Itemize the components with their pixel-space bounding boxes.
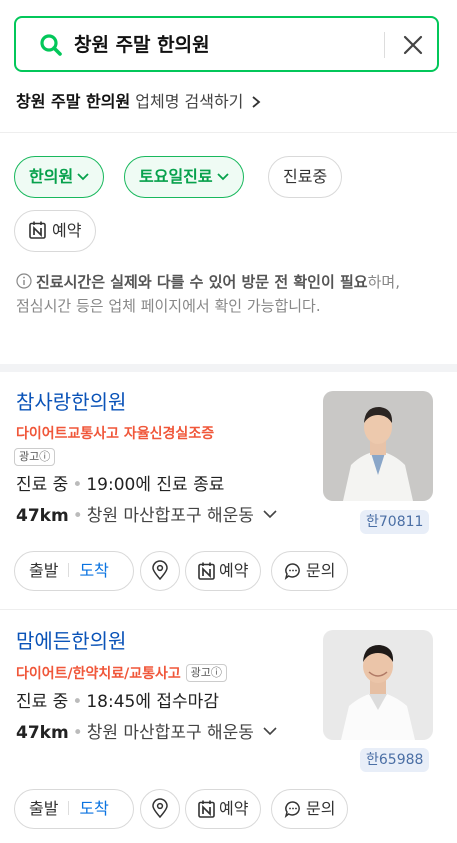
search-icon xyxy=(40,34,62,56)
place-name-link[interactable]: 참사랑한의원 xyxy=(16,388,126,416)
close-icon[interactable] xyxy=(398,30,428,60)
business-name-query: 창원 주말 한의원 xyxy=(16,92,131,111)
reserve-label: 예약 xyxy=(219,799,249,818)
route-button[interactable]: 출발 도착 xyxy=(14,551,134,591)
open-status: 진료 중 • 18:45에 접수마감 xyxy=(16,692,219,712)
place-thumbnail[interactable] xyxy=(323,391,433,501)
status-time: 19:00 xyxy=(86,475,136,495)
map-pin-button[interactable] xyxy=(140,551,180,591)
license-badge: 한70811 xyxy=(360,510,430,534)
status-time: 18:45 xyxy=(86,692,136,712)
reserve-button[interactable]: 예약 xyxy=(185,789,262,829)
filter-chip-saturday[interactable]: 토요일진료 xyxy=(124,156,244,198)
place-thumbnail[interactable] xyxy=(323,630,433,740)
naver-calendar-icon xyxy=(198,800,215,818)
doctor-photo xyxy=(323,630,433,740)
license-badge: 한65988 xyxy=(360,748,430,772)
map-pin-icon xyxy=(152,798,168,819)
chevron-right-icon xyxy=(251,96,260,108)
place-tags: 다이어트/한약치료/교통사고 광고ⓘ xyxy=(16,663,227,685)
business-name-suffix: 업체명 검색하기 xyxy=(135,92,244,111)
location-row[interactable]: 47km • 창원 마산합포구 해운동 xyxy=(16,503,277,529)
chat-bubble-icon xyxy=(284,563,300,580)
place-name-link[interactable]: 맘에든한의원 xyxy=(16,627,126,655)
status-time-suffix: 에 접수마감 xyxy=(135,692,219,712)
ad-badge[interactable]: 광고ⓘ xyxy=(185,664,227,682)
inquire-label: 문의 xyxy=(306,799,336,818)
chat-bubble-icon xyxy=(284,801,300,818)
status-time-suffix: 에 진료 종료 xyxy=(135,475,225,495)
notice-bold: 진료시간은 실제와 다를 수 있어 방문 전 확인이 필요 xyxy=(36,273,368,291)
reserve-button[interactable]: 예약 xyxy=(185,551,262,591)
arrive-label[interactable]: 도착 xyxy=(79,799,108,818)
filter-chip-open-now[interactable]: 진료중 xyxy=(268,156,343,198)
distance: 47km xyxy=(16,506,69,526)
divider xyxy=(0,132,457,133)
distance: 47km xyxy=(16,723,69,743)
map-pin-button[interactable] xyxy=(140,789,180,829)
depart-label[interactable]: 출발 xyxy=(29,561,58,580)
location-row[interactable]: 47km • 창원 마산합포구 해운동 xyxy=(16,720,277,746)
filter-chip-label: 진료중 xyxy=(283,167,328,186)
divider xyxy=(0,609,457,610)
status-text: 진료 중 xyxy=(16,475,69,495)
ad-badge[interactable]: 광고ⓘ xyxy=(14,448,56,466)
search-input[interactable]: 창원 주말 한의원 xyxy=(74,32,210,58)
chevron-down-icon xyxy=(216,173,229,181)
route-button[interactable]: 출발 도착 xyxy=(14,789,134,829)
arrive-label[interactable]: 도착 xyxy=(79,561,108,580)
address: 창원 마산합포구 해운동 xyxy=(86,723,254,743)
section-divider xyxy=(0,364,457,372)
tags-text: 다이어트/한약치료/교통사고 xyxy=(16,666,181,682)
reserve-label: 예약 xyxy=(219,561,249,580)
business-name-search-link[interactable]: 창원 주말 한의원 업체명 검색하기 xyxy=(16,90,261,114)
place-tags: 다이어트교통사고 자율신경실조증 xyxy=(16,426,215,442)
inquire-label: 문의 xyxy=(306,561,336,580)
hours-notice: 진료시간은 실제와 다를 수 있어 방문 전 확인이 필요하며, 점심시간 등은… xyxy=(16,270,416,318)
address: 창원 마산합포구 해운동 xyxy=(86,506,254,526)
map-pin-icon xyxy=(152,560,168,581)
filter-chip-oriental-clinic[interactable]: 한의원 xyxy=(14,156,105,198)
search-divider xyxy=(384,32,385,58)
filter-chip-label: 토요일진료 xyxy=(139,167,213,186)
chevron-down-icon xyxy=(263,510,277,519)
status-text: 진료 중 xyxy=(16,692,69,712)
inquire-button[interactable]: 문의 xyxy=(271,789,349,829)
open-status: 진료 중 • 19:00에 진료 종료 xyxy=(16,475,225,495)
naver-calendar-icon xyxy=(29,221,46,239)
filter-chip-reservation[interactable]: 예약 xyxy=(14,210,97,252)
filter-chip-label: 한의원 xyxy=(29,167,74,186)
inquire-button[interactable]: 문의 xyxy=(271,551,349,591)
doctor-photo xyxy=(323,391,433,501)
depart-label[interactable]: 출발 xyxy=(29,799,58,818)
chevron-down-icon xyxy=(77,173,89,181)
filter-chip-label: 예약 xyxy=(52,221,82,240)
naver-calendar-icon xyxy=(198,562,215,580)
search-box[interactable]: 창원 주말 한의원 xyxy=(14,16,439,72)
chevron-down-icon xyxy=(263,727,277,736)
info-icon xyxy=(16,273,32,289)
